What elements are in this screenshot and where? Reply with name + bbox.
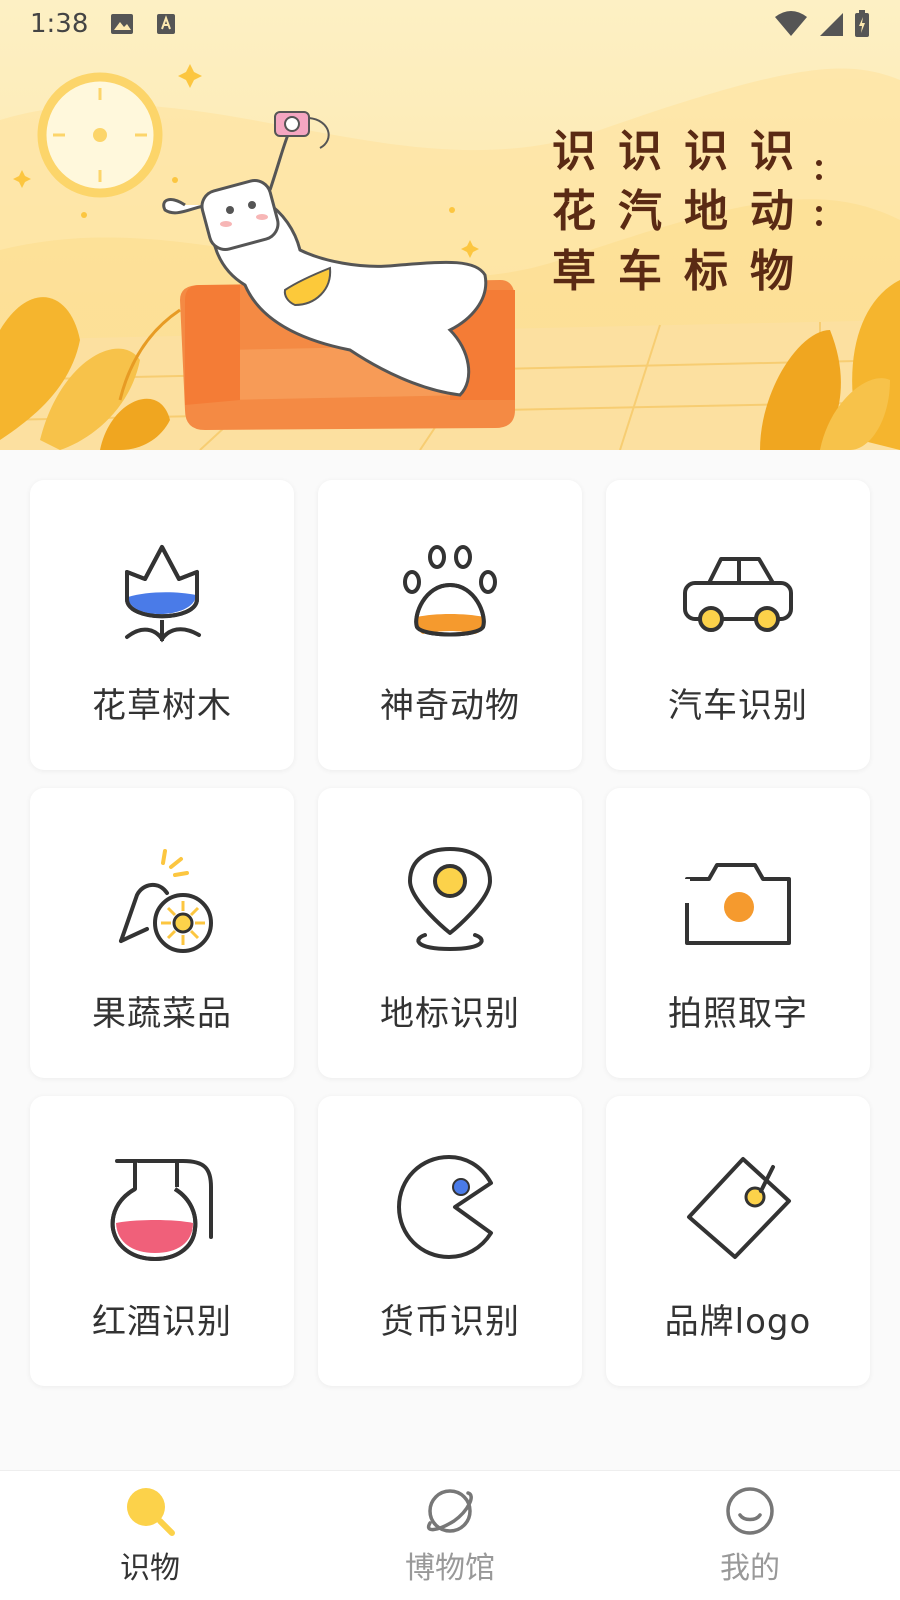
category-label: 红酒识别 [92,1302,232,1342]
nav-label: 博物馆 [405,1550,495,1586]
category-card-produce[interactable]: 果蔬菜品 [30,788,294,1078]
image-notification-icon [111,14,134,34]
category-card-cars[interactable]: 汽车识别 [606,480,870,770]
hero-title: 识 识 识 识 花 汽 地 动 草 车 标 物 [552,122,846,302]
fruit-icon [102,840,222,960]
tag-icon [678,1148,798,1268]
category-label: 地标识别 [380,994,520,1034]
wine-jug-icon [102,1148,222,1268]
status-time: 1:38 [30,9,89,39]
category-card-flowers[interactable]: 花草树木 [30,480,294,770]
hero-char: 识 [618,126,662,177]
nav-tab-identify[interactable]: 识物 [50,1485,250,1587]
category-card-landmarks[interactable]: 地标识别 [318,788,582,1078]
nav-label: 识物 [120,1550,180,1586]
hero-char: 标 [684,246,728,297]
hero-char: 识 [750,126,794,177]
smile-icon [726,1486,774,1535]
category-card-brand-logo[interactable]: 品牌logo [606,1096,870,1386]
battery-icon [855,10,869,37]
category-card-wine[interactable]: 红酒识别 [30,1096,294,1386]
hero-banner: 1:38 识 识 识 识 花 汽 地 动 草 车 标 物 [0,0,900,450]
signal-icon [820,13,843,36]
wifi-icon [775,11,807,36]
bottom-navigation: 识物 博物馆 我的 [0,1470,900,1600]
hero-colon-marks [816,160,830,234]
hero-char: 汽 [618,186,662,237]
nav-label: 我的 [720,1550,780,1586]
category-card-currency[interactable]: 货币识别 [318,1096,582,1386]
location-pin-icon [390,840,510,960]
app-screen: 1:38 识 识 识 识 花 汽 地 动 草 车 标 物 花草树木 神奇动物 汽… [0,0,900,1600]
category-label: 花草树木 [92,686,232,726]
hero-char: 动 [750,186,794,237]
category-label: 品牌logo [664,1302,812,1342]
status-bar: 1:38 [0,0,900,48]
paw-icon [390,532,510,652]
text-notification-icon [157,14,176,34]
category-card-animals[interactable]: 神奇动物 [318,480,582,770]
hero-char: 识 [684,126,728,177]
coin-icon [390,1148,510,1268]
hero-char: 识 [552,126,596,177]
hero-char: 地 [684,186,728,237]
camera-icon [678,840,798,960]
planet-icon [426,1488,473,1533]
nav-tab-museum[interactable]: 博物馆 [350,1485,550,1587]
category-label: 汽车识别 [668,686,808,726]
hero-char: 花 [552,186,596,237]
car-icon [678,532,798,652]
category-grid: 花草树木 神奇动物 汽车识别 果蔬菜品 地标识别 拍照取字 红酒识别 货币识别 … [0,450,900,1470]
category-label: 神奇动物 [380,686,520,726]
nav-tab-profile[interactable]: 我的 [650,1485,850,1587]
hero-char: 车 [618,246,662,297]
hero-char: 草 [552,246,596,297]
flower-icon [102,532,222,652]
category-label: 拍照取字 [668,994,808,1034]
search-icon [127,1487,175,1536]
hero-char: 物 [750,246,794,297]
category-card-ocr[interactable]: 拍照取字 [606,788,870,1078]
category-label: 果蔬菜品 [92,994,232,1034]
category-label: 货币识别 [380,1302,520,1342]
